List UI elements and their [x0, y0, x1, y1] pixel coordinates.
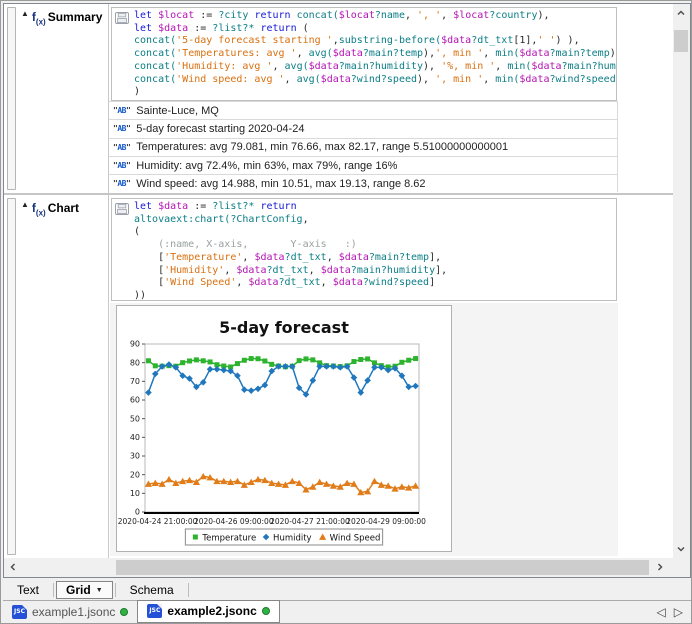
tab-scroll-left-icon[interactable]: ◁ — [657, 605, 666, 619]
scrollbar-corner — [669, 558, 690, 577]
status-dot-green — [262, 607, 270, 615]
status-dot-green — [120, 608, 128, 616]
row-drag-strip[interactable] — [7, 198, 16, 555]
formula-code-text: let $locat := ?city return concat($locat… — [134, 10, 614, 99]
horizontal-scrollbar[interactable] — [4, 558, 669, 577]
tab-text[interactable]: Text — [3, 582, 53, 598]
tab-separator — [188, 583, 189, 597]
string-type-icon: "AB" — [113, 179, 130, 188]
svg-text:5-day forecast: 5-day forecast — [219, 318, 349, 337]
save-formula-icon[interactable] — [115, 11, 129, 29]
row-drag-strip[interactable] — [7, 7, 16, 190]
string-type-icon: "AB" — [113, 106, 130, 115]
svg-text:2020-04-27 21:00:00: 2020-04-27 21:00:00 — [270, 517, 350, 526]
tab-separator — [53, 583, 54, 597]
svg-text:2020-04-24 21:00:00: 2020-04-24 21:00:00 — [118, 517, 198, 526]
tab-grid[interactable]: Grid ▼ — [56, 581, 113, 599]
result-text: 5-day forecast starting 2020-04-24 — [136, 123, 304, 135]
document-tabs: JSC example1.jsonc JSC example2.jsonc ◁ … — [3, 600, 691, 622]
result-text: Humidity: avg 72.4%, min 63%, max 79%, r… — [136, 160, 397, 172]
grid-row-summary: ▲f(x)Summary let $locat := ?city return … — [4, 4, 673, 195]
tab-scroll-right-icon[interactable]: ▷ — [674, 605, 683, 619]
svg-text:80: 80 — [130, 358, 140, 367]
tab-schema[interactable]: Schema — [116, 582, 188, 598]
string-type-icon: "AB" — [113, 143, 130, 152]
file-tab-label: example1.jsonc — [32, 605, 115, 619]
result-text: Sainte-Luce, MQ — [136, 105, 219, 117]
chart-result-cell: 5-day forecast 0 10 20 30 40 50 60 70 80 90 2020-04… — [110, 303, 618, 556]
scroll-right-icon[interactable] — [652, 559, 668, 575]
svg-text:30: 30 — [130, 452, 140, 461]
collapse-arrow-icon[interactable]: ▲ — [21, 9, 29, 18]
svg-text:40: 40 — [130, 433, 140, 442]
svg-text:2020-04-29 09:00:00: 2020-04-29 09:00:00 — [346, 517, 426, 526]
tab-example1-jsonc[interactable]: JSC example1.jsonc — [3, 601, 137, 623]
result-row[interactable]: "AB" 5-day forecast starting 2020-04-24 — [109, 119, 618, 137]
svg-text:Wind Speed: Wind Speed — [330, 534, 381, 544]
result-row[interactable]: "AB" Sainte-Luce, MQ — [109, 101, 618, 119]
row-name-summary: Summary — [48, 10, 103, 24]
grid-row-chart: ▲f(x)Chart let $data := ?list?* returnal… — [4, 195, 673, 558]
vertical-scrollbar[interactable] — [673, 4, 690, 558]
svg-text:90: 90 — [130, 340, 140, 349]
save-formula-icon[interactable] — [115, 202, 129, 220]
forecast-chart-svg: 5-day forecast 0 10 20 30 40 50 60 70 80 90 2020-04… — [117, 306, 451, 551]
scroll-down-icon[interactable] — [673, 541, 689, 557]
string-type-icon: "AB" — [113, 124, 130, 133]
svg-text:60: 60 — [130, 396, 140, 405]
formula-value-cell-chart: let $data := ?list?* returnaltovaext:cha… — [108, 195, 618, 558]
view-mode-tabs: Text Grid ▼ Schema — [3, 580, 691, 600]
forecast-chart: 5-day forecast 0 10 20 30 40 50 60 70 80 90 2020-04… — [116, 305, 452, 552]
result-row[interactable]: "AB" Humidity: avg 72.4%, min 63%, max 79… — [109, 156, 618, 174]
dropdown-arrow-icon: ▼ — [96, 587, 103, 594]
scroll-left-icon[interactable] — [5, 559, 21, 575]
vertical-scroll-thumb[interactable] — [674, 30, 688, 52]
svg-text:70: 70 — [130, 377, 140, 386]
grid-view-frame: ▲f(x)Summary let $locat := ?city return … — [3, 3, 691, 578]
tab-grid-label: Grid — [66, 583, 91, 597]
file-tab-label: example2.jsonc — [167, 604, 256, 618]
svg-text:Temperature: Temperature — [201, 534, 256, 544]
formula-name-cell-summary[interactable]: ▲f(x)Summary — [18, 4, 108, 193]
svg-text:Humidity: Humidity — [273, 534, 312, 544]
formula-value-cell-summary: let $locat := ?city return concat($locat… — [108, 4, 618, 193]
tab-navigation: ◁ ▷ — [657, 605, 691, 619]
formula-name-cell-chart[interactable]: ▲f(x)Chart — [18, 195, 108, 558]
result-text: Wind speed: avg 14.988, min 10.51, max 1… — [136, 178, 425, 190]
jsonc-file-icon: JSC — [147, 604, 162, 618]
horizontal-scroll-thumb[interactable] — [116, 560, 649, 575]
result-row[interactable]: "AB" Wind speed: avg 14.988, min 10.51, m… — [109, 174, 618, 192]
jsonc-file-icon: JSC — [12, 605, 27, 619]
json-grid: ▲f(x)Summary let $locat := ?city return … — [4, 4, 673, 558]
svg-text:0: 0 — [135, 508, 140, 517]
collapse-arrow-icon[interactable]: ▲ — [21, 200, 29, 209]
tab-example2-jsonc[interactable]: JSC example2.jsonc — [137, 600, 279, 623]
result-text: Temperatures: avg 79.081, min 76.66, max… — [136, 141, 508, 153]
json-grid-editor-window: ▲f(x)Summary let $locat := ?city return … — [0, 0, 692, 624]
svg-text:50: 50 — [130, 414, 140, 423]
svg-text:10: 10 — [130, 489, 140, 498]
scroll-up-icon[interactable] — [673, 5, 689, 21]
row-name-chart: Chart — [48, 201, 79, 215]
formula-results-list: "AB" Sainte-Luce, MQ "AB" 5-day forecast st… — [109, 101, 618, 192]
result-row[interactable]: "AB" Temperatures: avg 79.081, min 76.66,… — [109, 138, 618, 156]
formula-code-editor-chart[interactable]: let $data := ?list?* returnaltovaext:cha… — [111, 198, 617, 301]
formula-fx-icon: f(x) — [32, 10, 46, 24]
string-type-icon: "AB" — [113, 161, 130, 170]
svg-text:20: 20 — [130, 470, 140, 479]
svg-text:2020-04-26 09:00:00: 2020-04-26 09:00:00 — [194, 517, 274, 526]
formula-code-text: let $data := ?list?* returnaltovaext:cha… — [134, 201, 614, 301]
formula-fx-icon: f(x) — [32, 201, 46, 215]
formula-code-editor-summary[interactable]: let $locat := ?city return concat($locat… — [111, 7, 617, 101]
